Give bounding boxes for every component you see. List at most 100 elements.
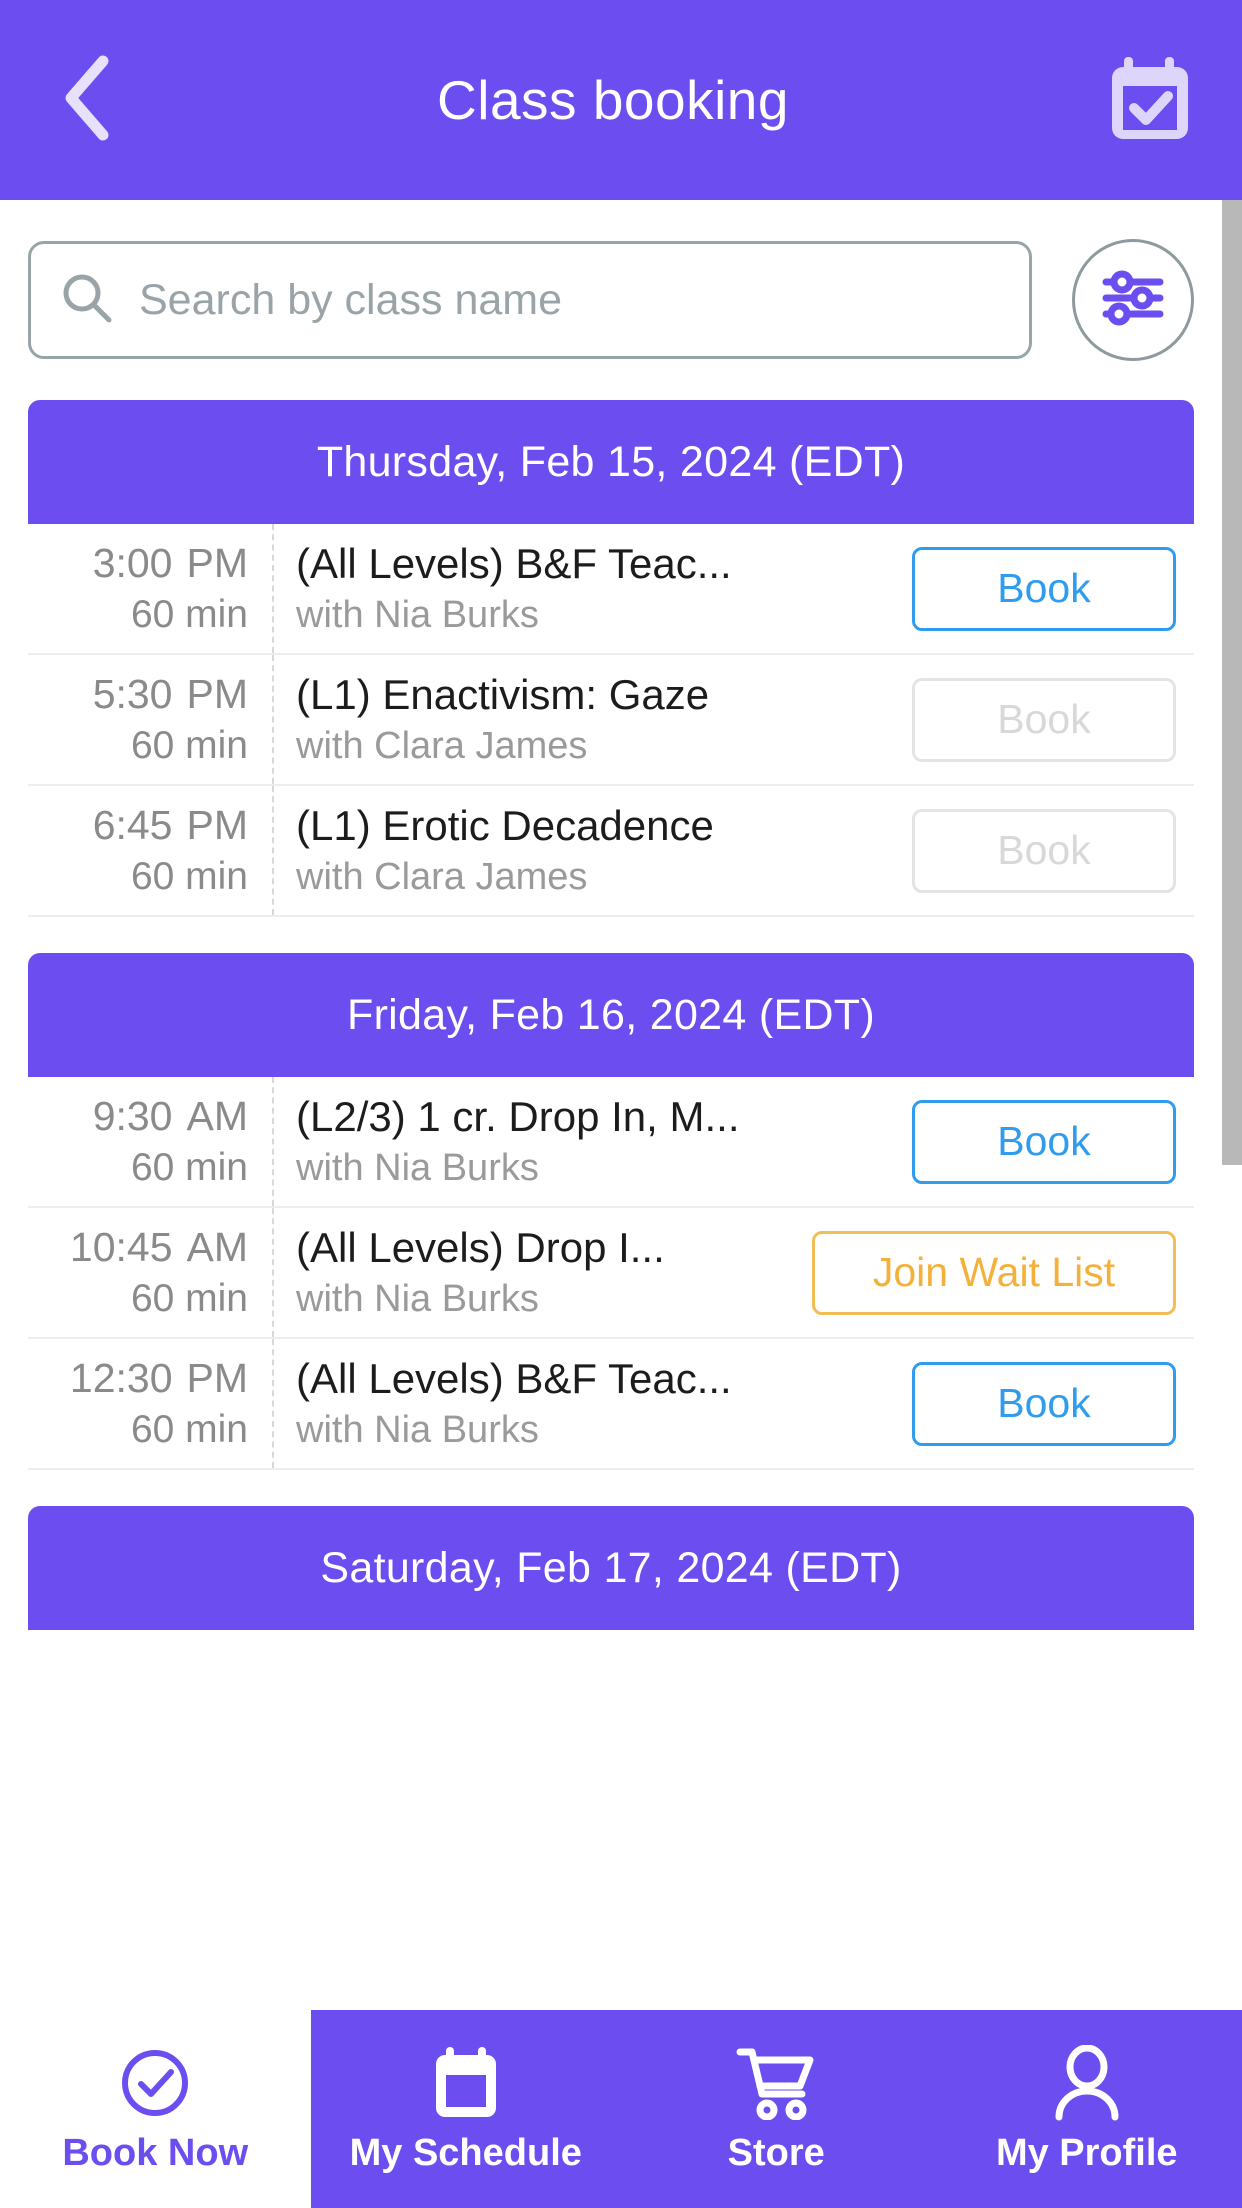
book-button[interactable]: Book	[912, 546, 1176, 631]
day-header: Saturday, Feb 17, 2024 (EDT)	[28, 1506, 1194, 1630]
class-time-meridiem: AM	[186, 1093, 249, 1139]
class-action-column: Book	[912, 786, 1194, 915]
search-input[interactable]: Search by class name	[28, 241, 1032, 359]
class-duration: 60 min	[130, 593, 248, 636]
class-time-value: 12:30	[69, 1355, 173, 1401]
class-info-column: (All Levels) Drop I... with Nia Burks	[274, 1208, 812, 1337]
class-time: 12:30 PM	[70, 1355, 248, 1402]
schedule-list[interactable]: Thursday, Feb 15, 2024 (EDT) 3:00 PM 60 min…	[0, 400, 1222, 2208]
class-time-value: 9:30	[92, 1093, 173, 1139]
class-name: (L1) Erotic Decadence	[296, 802, 714, 849]
class-teacher: with Nia Burks	[296, 1278, 539, 1320]
class-row[interactable]: 6:45 PM 60 min (L1) Erotic Decadence with Cl…	[28, 786, 1194, 917]
book-button[interactable]: Book	[912, 1099, 1176, 1184]
class-row[interactable]: 5:30 PM 60 min (L1) Enactivism: Gaze with Cl…	[28, 655, 1194, 786]
class-teacher: with Clara James	[296, 856, 588, 898]
class-name: (All Levels) Drop I...	[296, 1224, 665, 1271]
class-duration: 60 min	[130, 1146, 248, 1189]
nav-item-label: Store	[727, 2131, 825, 2174]
bottom-navigation: Book Now My Schedule Store My Profile	[0, 2010, 1242, 2208]
book-button[interactable]: Book	[912, 1361, 1176, 1446]
class-action-column: Book	[912, 1339, 1194, 1468]
filter-button[interactable]	[1072, 239, 1194, 361]
shopping-cart-icon	[736, 2044, 816, 2122]
class-duration: 60 min	[130, 1277, 248, 1320]
class-name: (All Levels) B&F Teac...	[296, 540, 732, 587]
class-info-column: (L1) Enactivism: Gaze with Clara James	[274, 655, 912, 784]
class-row[interactable]: 9:30 AM 60 min (L2/3) 1 cr. Drop In, M... wi…	[28, 1077, 1194, 1208]
class-action-column: Join Wait List	[812, 1208, 1194, 1337]
group-spacer	[0, 1470, 1222, 1506]
calendar-check-icon	[1107, 53, 1193, 148]
day-header: Thursday, Feb 15, 2024 (EDT)	[28, 400, 1194, 524]
nav-item-label: My Schedule	[349, 2131, 582, 2174]
class-time-column: 10:45 AM 60 min	[28, 1208, 274, 1337]
class-row[interactable]: 3:00 PM 60 min (All Levels) B&F Teac... with…	[28, 524, 1194, 655]
class-time-column: 5:30 PM 60 min	[28, 655, 274, 784]
check-circle-icon	[119, 2044, 191, 2122]
join-wait-list-button[interactable]: Join Wait List	[812, 1230, 1176, 1315]
class-time: 5:30 PM	[93, 671, 248, 718]
class-row[interactable]: 12:30 PM 60 min (All Levels) B&F Teac... wit…	[28, 1339, 1194, 1470]
class-time-column: 3:00 PM 60 min	[28, 524, 274, 653]
nav-item-my-profile[interactable]: My Profile	[932, 2010, 1242, 2208]
search-bar-row: Search by class name	[0, 200, 1222, 400]
search-icon	[61, 272, 113, 329]
class-teacher: with Nia Burks	[296, 1409, 539, 1451]
class-time-column: 9:30 AM 60 min	[28, 1077, 274, 1206]
class-name: (L1) Enactivism: Gaze	[296, 671, 710, 718]
day-group: Saturday, Feb 17, 2024 (EDT)	[0, 1506, 1222, 1630]
class-duration: 60 min	[130, 855, 248, 898]
nav-item-book-now[interactable]: Book Now	[0, 2010, 311, 2208]
class-booking-screen: Class booking Search by class name Thurs…	[0, 0, 1242, 2208]
class-info-column: (All Levels) B&F Teac... with Nia Burks	[274, 524, 912, 653]
back-button[interactable]	[44, 55, 134, 145]
class-teacher: with Nia Burks	[296, 594, 539, 636]
class-time: 10:45 AM	[70, 1224, 248, 1271]
class-action-column: Book	[912, 524, 1194, 653]
user-icon	[1052, 2044, 1122, 2122]
calendar-icon	[430, 2044, 502, 2122]
class-info-column: (L1) Erotic Decadence with Clara James	[274, 786, 912, 915]
sliders-filter-icon	[1102, 270, 1164, 331]
day-group: Thursday, Feb 15, 2024 (EDT) 3:00 PM 60 min…	[0, 400, 1222, 917]
class-time: 3:00 PM	[93, 540, 248, 587]
class-time-meridiem: PM	[186, 1355, 249, 1401]
class-time-value: 10:45	[69, 1224, 173, 1270]
calendar-check-button[interactable]	[1102, 52, 1198, 148]
class-info-column: (All Levels) B&F Teac... with Nia Burks	[274, 1339, 912, 1468]
class-time-meridiem: PM	[186, 671, 249, 717]
class-time-meridiem: AM	[186, 1224, 249, 1270]
day-group: Friday, Feb 16, 2024 (EDT) 9:30 AM 60 min (L…	[0, 953, 1222, 1470]
nav-item-label: My Profile	[995, 2131, 1178, 2174]
nav-item-label: Book Now	[62, 2131, 249, 2174]
book-button-disabled: Book	[912, 677, 1176, 762]
class-row[interactable]: 10:45 AM 60 min (All Levels) Drop I... with …	[28, 1208, 1194, 1339]
class-duration: 60 min	[130, 724, 248, 767]
nav-item-store[interactable]: Store	[621, 2010, 932, 2208]
class-name: (All Levels) B&F Teac...	[296, 1355, 732, 1402]
class-teacher: with Nia Burks	[296, 1147, 539, 1189]
class-action-column: Book	[912, 655, 1194, 784]
scrollbar-thumb[interactable]	[1222, 200, 1242, 1165]
page-title: Class booking	[437, 69, 789, 131]
class-time-meridiem: PM	[186, 540, 249, 586]
class-teacher: with Clara James	[296, 725, 588, 767]
class-time-value: 5:30	[92, 671, 173, 717]
class-name: (L2/3) 1 cr. Drop In, M...	[296, 1093, 740, 1140]
class-time-value: 6:45	[92, 802, 173, 848]
search-placeholder: Search by class name	[139, 275, 563, 324]
class-time: 6:45 PM	[93, 802, 248, 849]
class-action-column: Book	[912, 1077, 1194, 1206]
app-header: Class booking	[0, 0, 1242, 200]
group-spacer	[0, 917, 1222, 953]
day-header: Friday, Feb 16, 2024 (EDT)	[28, 953, 1194, 1077]
book-button-disabled: Book	[912, 808, 1176, 893]
class-duration: 60 min	[130, 1408, 248, 1451]
class-time-column: 12:30 PM 60 min	[28, 1339, 274, 1468]
chevron-left-icon	[59, 53, 119, 148]
class-time-value: 3:00	[92, 540, 173, 586]
nav-item-my-schedule[interactable]: My Schedule	[311, 2010, 622, 2208]
class-time: 9:30 AM	[93, 1093, 248, 1140]
class-info-column: (L2/3) 1 cr. Drop In, M... with Nia Burks	[274, 1077, 912, 1206]
